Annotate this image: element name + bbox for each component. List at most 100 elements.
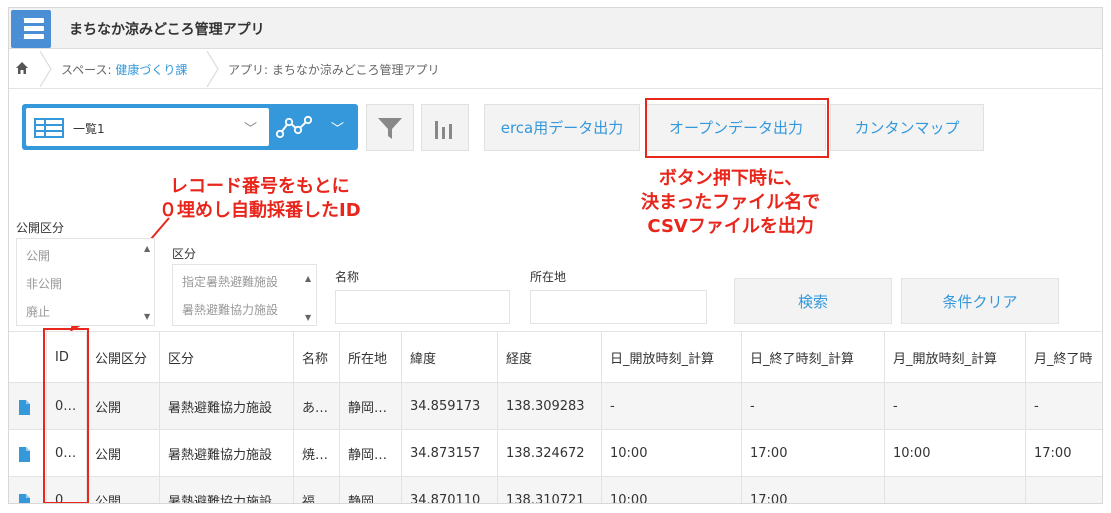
breadcrumb-separator-icon: [39, 51, 52, 87]
breadcrumb-separator-icon: [206, 51, 219, 87]
app-window: まちなか涼みどころ管理アプリ スペース: 健康づくり課 アプリ: まちなか涼みど…: [8, 7, 1103, 504]
cell-category: 暑熱避難協力施設: [159, 430, 293, 476]
name-filter-label: 名称: [335, 270, 360, 284]
cell-latitude: 34.859173: [401, 383, 497, 429]
column-header-name[interactable]: 名称: [293, 332, 339, 382]
column-header-latitude[interactable]: 緯度: [401, 332, 497, 382]
column-header-longitude[interactable]: 経度: [497, 332, 601, 382]
cell-address: 静岡…: [339, 383, 401, 429]
cell-mon-open: 10:00: [884, 430, 1025, 476]
public-option[interactable]: 公開: [26, 247, 50, 264]
breadcrumb-space-prefix: スペース:: [61, 63, 116, 77]
button-note-line: ボタン押下時に、: [658, 168, 803, 189]
cell-category: 暑熱避難協力施設: [159, 477, 293, 503]
column-header-category[interactable]: 区分: [159, 332, 293, 382]
cell-public: 公開: [86, 383, 159, 429]
cell-mon-open: -: [884, 383, 1025, 429]
public-option[interactable]: 廃止: [26, 303, 50, 320]
column-header-mon-close[interactable]: 月_終了時: [1025, 332, 1102, 382]
table-row[interactable]: 0 公開 暑熱避難協力施設 福 静岡 34.870110 138.310721 …: [9, 477, 1102, 504]
cell-mon-open: [884, 477, 1025, 503]
cell-mon-close: [1025, 477, 1102, 503]
breadcrumb: スペース: 健康づくり課 アプリ: まちなか涼みどころ管理アプリ: [9, 49, 1102, 89]
button-note-line: CSVファイルを出力: [647, 216, 814, 237]
column-header-sun-close[interactable]: 日_終了時刻_計算: [741, 332, 884, 382]
cell-mon-close: 17:00: [1025, 430, 1102, 476]
breadcrumb-space-link[interactable]: 健康づくり課: [115, 63, 187, 77]
cell-name: あ…: [293, 383, 339, 429]
cell-name: 福: [293, 477, 339, 503]
view-dropdown[interactable]: 一覧1 ﹀: [26, 108, 269, 146]
record-detail-icon[interactable]: [19, 400, 30, 415]
category-filter-label: 区分: [172, 247, 197, 261]
view-selector: 一覧1 ﹀ ﹀: [22, 104, 358, 150]
cell-sun-close: 17:00: [741, 477, 884, 503]
home-icon[interactable]: [16, 62, 28, 74]
category-option[interactable]: 指定暑熱避難施設: [182, 273, 278, 290]
cell-longitude: 138.324672: [497, 430, 601, 476]
cell-public: 公開: [86, 477, 159, 503]
scroll-up-icon[interactable]: ▲: [144, 244, 150, 253]
record-detail-icon[interactable]: [19, 447, 30, 462]
table-header-row: ID 公開区分 区分 名称 所在地 緯度 経度 日_開放時刻_計算 日_終了時刻…: [9, 331, 1102, 383]
cell-sun-open: 10:00: [601, 430, 741, 476]
cell-longitude: 138.310721: [497, 477, 601, 503]
cell-name: 焼…: [293, 430, 339, 476]
table-row[interactable]: 0… 公開 暑熱避難協力施設 あ… 静岡… 34.859173 138.3092…: [9, 383, 1102, 430]
cell-address: 静岡: [339, 477, 401, 503]
public-filter-list[interactable]: 公開 非公開 廃止 ▲ ▼: [16, 238, 155, 326]
button-note: ボタン押下時に、 決まったファイル名で CSVファイルを出力: [641, 167, 820, 239]
highlight-box: [645, 98, 829, 158]
category-filter-list[interactable]: 指定暑熱避難施設 暑熱避難協力施設 ▲ ▼: [172, 264, 317, 326]
id-note: レコード番号をもとに ０埋めし自動採番したID: [159, 175, 361, 223]
view-name: 一覧1: [73, 122, 105, 136]
chevron-down-icon[interactable]: ﹀: [331, 118, 344, 137]
list-app-icon[interactable]: [11, 10, 51, 48]
cell-mon-close: -: [1025, 383, 1102, 429]
button-note-line: 決まったファイル名で: [641, 192, 821, 213]
scroll-up-icon[interactable]: ▲: [305, 274, 311, 283]
column-header-sun-open[interactable]: 日_開放時刻_計算: [601, 332, 741, 382]
breadcrumb-space: スペース: 健康づくり課: [61, 61, 187, 78]
address-filter-label: 所在地: [530, 270, 567, 284]
graph-icon[interactable]: [274, 112, 314, 142]
cell-category: 暑熱避難協力施設: [159, 383, 293, 429]
bar-chart-icon: [435, 120, 452, 139]
cell-sun-close: -: [741, 383, 884, 429]
column-header-address[interactable]: 所在地: [339, 332, 401, 382]
cell-public: 公開: [86, 430, 159, 476]
easy-map-button[interactable]: カンタンマップ: [830, 104, 984, 151]
address-filter-input[interactable]: [530, 290, 707, 324]
column-header-mon-open[interactable]: 月_開放時刻_計算: [884, 332, 1025, 382]
search-button[interactable]: 検索: [734, 278, 892, 324]
app-title: まちなか涼みどころ管理アプリ: [69, 22, 265, 38]
cell-address: 静岡…: [339, 430, 401, 476]
clear-conditions-button[interactable]: 条件クリア: [901, 278, 1059, 324]
scroll-down-icon[interactable]: ▼: [305, 313, 311, 322]
column-header-public[interactable]: 公開区分: [86, 332, 159, 382]
scroll-down-icon[interactable]: ▼: [144, 312, 150, 321]
cell-latitude: 34.873157: [401, 430, 497, 476]
table-view-icon: [34, 118, 64, 138]
cell-latitude: 34.870110: [401, 477, 497, 503]
chevron-down-icon: ﹀: [244, 122, 258, 137]
erca-export-button[interactable]: erca用データ出力: [484, 104, 640, 151]
table-row[interactable]: 0… 公開 暑熱避難協力施設 焼… 静岡… 34.873157 138.3246…: [9, 430, 1102, 477]
filter-icon: [378, 117, 402, 139]
cell-sun-open: -: [601, 383, 741, 429]
cell-sun-open: 10:00: [601, 477, 741, 503]
category-option[interactable]: 暑熱避難協力施設: [182, 301, 278, 318]
chart-button[interactable]: [421, 104, 469, 151]
breadcrumb-app: アプリ: まちなか涼みどころ管理アプリ: [228, 63, 440, 77]
app-header: まちなか涼みどころ管理アプリ: [9, 8, 1102, 49]
id-note-line: ０埋めし自動採番したID: [159, 200, 361, 221]
public-option[interactable]: 非公開: [26, 275, 62, 292]
cell-longitude: 138.309283: [497, 383, 601, 429]
filter-button[interactable]: [366, 104, 414, 151]
id-column-highlight-box: [43, 328, 89, 503]
cell-sun-close: 17:00: [741, 430, 884, 476]
record-detail-icon[interactable]: [19, 494, 30, 504]
id-note-line: レコード番号をもとに: [170, 176, 350, 197]
name-filter-input[interactable]: [335, 290, 510, 324]
public-filter-label: 公開区分: [16, 221, 65, 235]
